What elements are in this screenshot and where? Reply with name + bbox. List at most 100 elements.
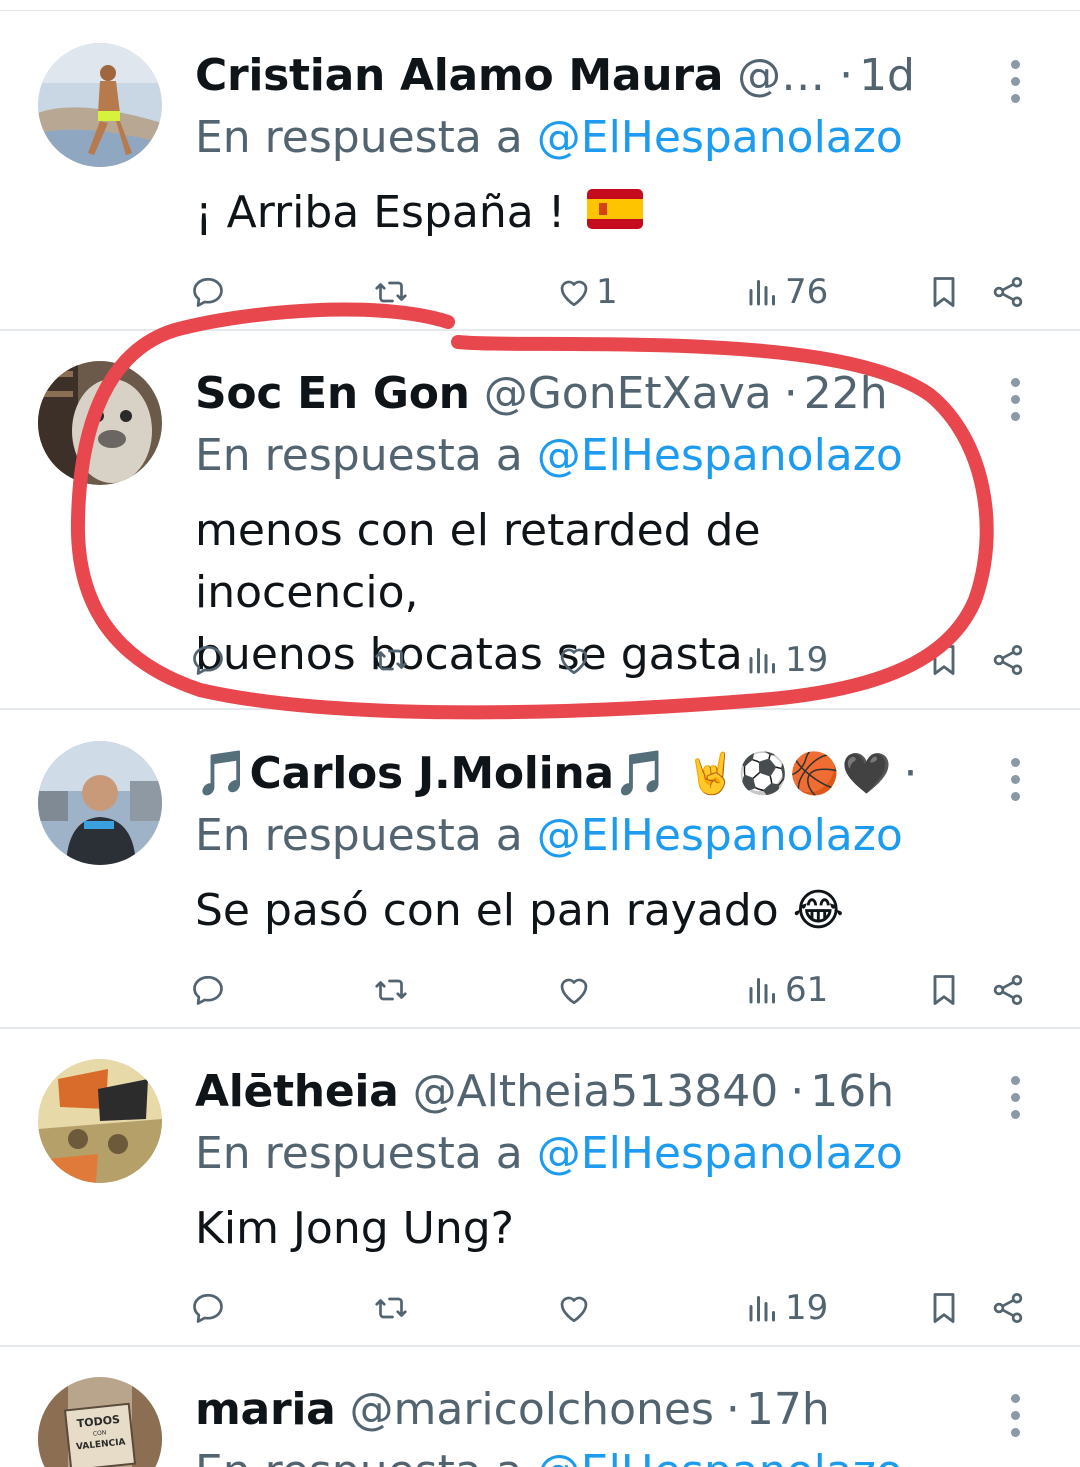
views-button[interactable]: 19 — [745, 1278, 828, 1338]
reply-mention-link[interactable]: @ElHespanolazo — [537, 810, 903, 861]
like-count: 1 — [596, 272, 618, 312]
reply-mention-link[interactable]: @ElHespanolazo — [537, 1446, 903, 1467]
display-name[interactable]: 🎵Carlos J.Molina🎵 — [195, 747, 669, 799]
more-options-icon[interactable] — [996, 50, 1036, 114]
tweet-item[interactable]: 🎵Carlos J.Molina🎵 🤘 ⚽ 🏀 🖤 · 1d En respue… — [0, 710, 1080, 1029]
avatar[interactable] — [38, 361, 162, 485]
view-count: 76 — [785, 272, 829, 312]
rock-hand-emoji: 🤘 — [686, 750, 737, 797]
share-button[interactable] — [990, 1278, 1026, 1338]
retweet-button[interactable] — [373, 630, 409, 690]
timestamp[interactable]: 16h — [810, 1066, 894, 1117]
timestamp[interactable]: 22h — [804, 368, 888, 419]
tweet-header: maria @maricolchones · 17h — [195, 1376, 915, 1442]
tweet-item[interactable]: TODOS CON VALENCIA maria @maricolchones … — [0, 1346, 1080, 1467]
spain-flag-icon — [587, 184, 644, 246]
black-heart-emoji: 🖤 — [841, 750, 892, 797]
tweet-text-content: ¡ Arriba España ! — [195, 187, 566, 238]
separator-dot: · — [783, 367, 798, 419]
like-button[interactable] — [556, 1278, 592, 1338]
bookmark-button[interactable] — [926, 960, 962, 1020]
tweet-header: Cristian Alamo Maura @Alam... · 1d — [195, 42, 915, 108]
retweet-button[interactable] — [373, 960, 409, 1020]
user-handle[interactable]: @Altheia513840 — [413, 1066, 779, 1117]
like-button[interactable] — [556, 630, 592, 690]
tweet-text-line-1: menos con el retarded de inocencio, — [195, 505, 761, 618]
retweet-icon — [375, 1297, 407, 1319]
reply-mention-link[interactable]: @ElHespanolazo — [537, 112, 903, 163]
share-button[interactable] — [990, 630, 1026, 690]
basketball-emoji: 🏀 — [789, 750, 840, 797]
display-name[interactable]: Soc En Gon — [195, 368, 470, 419]
separator-dot: · — [839, 49, 854, 101]
bookmark-button[interactable] — [926, 262, 962, 322]
reply-mention-link[interactable]: @ElHespanolazo — [537, 1128, 903, 1179]
tweet-item[interactable]: Alētheia @Altheia513840 · 16h En respues… — [0, 1028, 1080, 1347]
bookmark-icon — [933, 975, 955, 1005]
views-button[interactable]: 76 — [745, 262, 828, 322]
bookmark-button[interactable] — [926, 630, 962, 690]
reply-context: En respuesta a @ElHespanolazo — [195, 1128, 903, 1179]
bookmark-icon — [933, 645, 955, 675]
reply-prefix: En respuesta a — [195, 810, 523, 861]
reply-prefix: En respuesta a — [195, 1128, 523, 1179]
tweet-actions: 1 76 — [0, 262, 1080, 322]
heart-icon — [560, 648, 588, 675]
retweet-button[interactable] — [373, 262, 409, 322]
display-name[interactable]: Alētheia — [195, 1066, 399, 1117]
reply-button[interactable] — [190, 262, 226, 322]
tweet-text: ¡ Arriba España ! — [195, 182, 995, 246]
bookmark-button[interactable] — [926, 1278, 962, 1338]
retweet-icon — [375, 649, 407, 671]
reply-context: En respuesta a @ElHespanolazo — [195, 112, 903, 163]
tweet-text: Se pasó con el pan rayado 😂 — [195, 885, 845, 936]
reply-button[interactable] — [190, 960, 226, 1020]
timestamp[interactable]: 17h — [746, 1384, 830, 1435]
timestamp[interactable]: 1d — [859, 50, 915, 101]
reply-prefix: En respuesta a — [195, 1446, 523, 1467]
separator-dot: · — [904, 748, 916, 799]
views-button[interactable]: 61 — [745, 960, 828, 1020]
view-count: 19 — [785, 640, 829, 680]
view-count: 61 — [785, 970, 829, 1010]
reply-mention-link[interactable]: @ElHespanolazo — [537, 430, 903, 481]
reply-icon — [193, 975, 223, 1005]
reply-icon — [193, 1293, 223, 1323]
soccer-ball-emoji: ⚽ — [738, 750, 788, 797]
reply-button[interactable] — [190, 1278, 226, 1338]
views-chart-icon — [749, 648, 775, 674]
share-button[interactable] — [990, 262, 1026, 322]
like-button[interactable] — [556, 960, 592, 1020]
more-options-icon[interactable] — [996, 748, 1036, 812]
user-handle[interactable]: @Alam... — [737, 50, 827, 101]
user-handle[interactable]: @GonEtXava — [484, 368, 772, 419]
reply-icon — [193, 277, 223, 307]
like-button[interactable]: 1 — [556, 262, 618, 322]
user-handle[interactable]: @maricolchones — [350, 1384, 714, 1435]
views-chart-icon — [749, 1296, 775, 1322]
reply-prefix: En respuesta a — [195, 430, 523, 481]
heart-icon — [560, 280, 588, 307]
display-name[interactable]: Cristian Alamo Maura — [195, 50, 723, 101]
reply-button[interactable] — [190, 630, 226, 690]
display-name[interactable]: maria — [195, 1384, 336, 1435]
avatar[interactable] — [38, 1059, 162, 1183]
retweet-button[interactable] — [373, 1278, 409, 1338]
views-button[interactable]: 19 — [745, 630, 828, 690]
reply-context: En respuesta a @ElHespanolazo — [195, 1446, 903, 1467]
view-count: 19 — [785, 1288, 829, 1328]
avatar[interactable]: TODOS CON VALENCIA — [38, 1377, 162, 1467]
svg-text:CON: CON — [93, 1429, 107, 1437]
tweet-header: Soc En Gon @GonEtXava · 22h — [195, 360, 915, 426]
tweet-item[interactable]: Cristian Alamo Maura @Alam... · 1d En re… — [0, 12, 1080, 331]
more-options-icon[interactable] — [996, 1384, 1036, 1448]
tweet-item[interactable]: Soc En Gon @GonEtXava · 22h En respuesta… — [0, 330, 1080, 710]
views-chart-icon — [749, 280, 775, 306]
reply-icon — [193, 645, 223, 675]
share-button[interactable] — [990, 960, 1026, 1020]
avatar[interactable] — [38, 741, 162, 865]
heart-icon — [560, 978, 588, 1005]
avatar[interactable] — [38, 43, 162, 167]
more-options-icon[interactable] — [996, 1066, 1036, 1130]
more-options-icon[interactable] — [996, 368, 1036, 432]
